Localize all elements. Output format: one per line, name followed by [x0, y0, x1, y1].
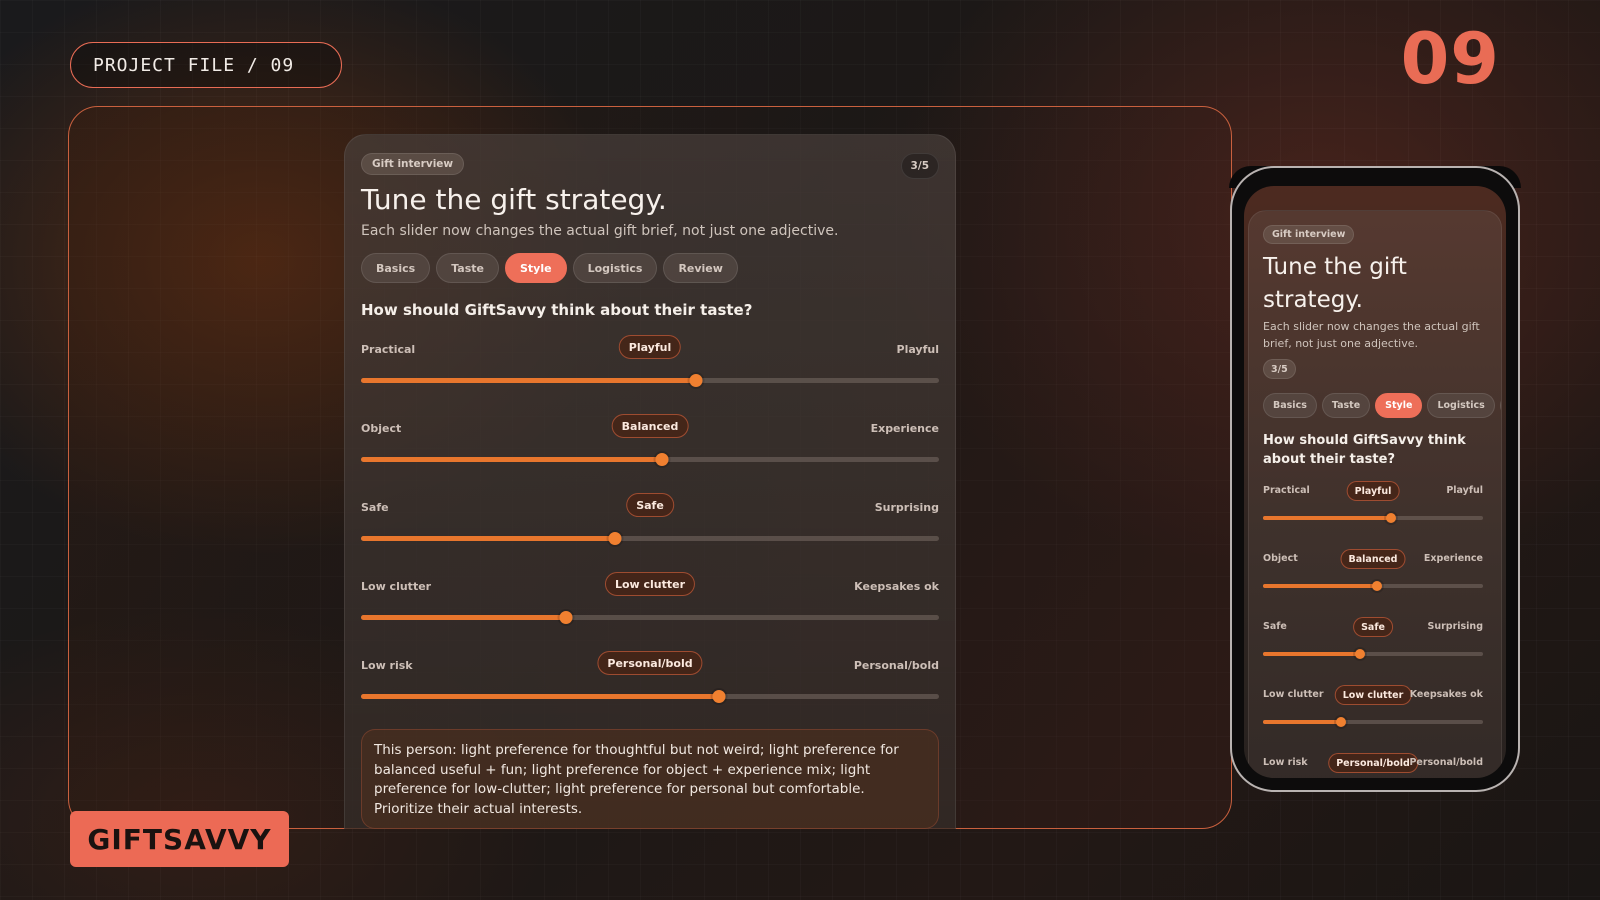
slider-fill [1263, 516, 1391, 520]
step-tabs: Basics Taste Style Logistics Review [361, 253, 738, 283]
page-title: Tune the gift strategy. [361, 183, 667, 216]
slider-value-badge: Personal/bold [597, 651, 703, 675]
slider-left-label: Low risk [1263, 757, 1308, 768]
mobile-tab-taste[interactable]: Taste [1321, 393, 1371, 418]
slider-track[interactable] [1263, 512, 1483, 523]
slider-value-badge: Balanced [1340, 549, 1406, 569]
slider-object-experience: Object Balanced Experience [361, 414, 939, 474]
mobile-slider-object-experience: Object Balanced Experience [1263, 549, 1483, 595]
mobile-slider-risk-personal: Low risk Personal/bold Personal/bold [1263, 753, 1483, 778]
slider-value-badge: Playful [1346, 481, 1400, 501]
mobile-section-question: How should GiftSavvy think about their t… [1263, 433, 1466, 467]
step-indicator: 3/5 [900, 153, 939, 179]
mobile-tab-basics[interactable]: Basics [1263, 393, 1317, 418]
slider-track[interactable] [361, 690, 939, 703]
slider-right-label: Playful [896, 343, 939, 356]
slider-right-label: Surprising [874, 501, 939, 514]
slider-value-badge: Safe [1353, 617, 1393, 637]
mobile-page-subtitle: Each slider now changes the actual gift … [1263, 320, 1480, 350]
slider-handle[interactable] [608, 532, 622, 545]
slider-handle[interactable] [1336, 716, 1347, 727]
mobile-slider-safe-surprising: Safe Safe Surprising [1263, 617, 1483, 663]
slider-handle[interactable] [1354, 648, 1365, 659]
slider-right-label: Personal/bold [853, 659, 939, 672]
tab-basics[interactable]: Basics [361, 253, 431, 283]
slider-clutter-keepsakes: Low clutter Low clutter Keepsakes ok [361, 572, 939, 632]
slider-right-label: Personal/bold [1409, 757, 1483, 768]
mobile-step-indicator: 3/5 [1263, 359, 1296, 379]
slider-left-label: Safe [1263, 621, 1287, 632]
slider-handle[interactable] [712, 690, 726, 703]
tab-logistics[interactable]: Logistics [572, 253, 658, 283]
slider-right-label: Surprising [1427, 621, 1483, 632]
slider-fill [1263, 720, 1342, 724]
slider-fill [1263, 652, 1360, 656]
mobile-tab-logistics[interactable]: Logistics [1427, 393, 1495, 418]
section-question: How should GiftSavvy think about their t… [361, 301, 753, 319]
gift-brief-summary: This person: light preference for though… [361, 729, 939, 829]
slider-value-badge: Low clutter [1334, 685, 1412, 705]
tab-review[interactable]: Review [663, 253, 738, 283]
slider-fill [361, 615, 567, 620]
project-number: 09 [1400, 18, 1500, 100]
gift-interview-tag: Gift interview [361, 153, 465, 175]
slider-left-label: Safe [361, 501, 389, 514]
slider-value-badge: Playful [618, 335, 682, 359]
mobile-slider-practical-playful: Practical Playful Playful [1263, 481, 1483, 527]
tab-taste[interactable]: Taste [436, 253, 499, 283]
mobile-page-title: Tune the gift strategy. [1263, 254, 1407, 313]
slider-handle[interactable] [1385, 512, 1396, 523]
slider-handle[interactable] [689, 374, 703, 387]
slider-value-badge: Personal/bold [1328, 753, 1418, 773]
slider-right-label: Keepsakes ok [854, 580, 939, 593]
page-subtitle: Each slider now changes the actual gift … [361, 223, 839, 239]
brand-logo: GIFTSAVVY [70, 811, 289, 867]
slider-right-label: Experience [870, 422, 939, 435]
slider-practical-playful: Practical Playful Playful [361, 335, 939, 395]
mobile-step-tabs: Basics Taste Style Logistics R [1263, 393, 1501, 418]
slider-right-label: Experience [1423, 553, 1483, 564]
slider-handle[interactable] [655, 453, 669, 466]
slider-risk-personal: Low risk Personal/bold Personal/bold [361, 651, 939, 711]
slider-track[interactable] [361, 453, 939, 466]
slider-track[interactable] [1263, 716, 1483, 727]
slider-handle[interactable] [559, 611, 573, 624]
mobile-tab-style[interactable]: Style [1375, 393, 1423, 418]
gift-interview-card: Gift interview 3/5 Tune the gift strateg… [344, 134, 956, 829]
tab-style[interactable]: Style [504, 253, 567, 283]
slider-left-label: Practical [361, 343, 416, 356]
slider-track[interactable] [361, 532, 939, 545]
slider-right-label: Keepsakes ok [1409, 689, 1483, 700]
slider-right-label: Playful [1446, 485, 1483, 496]
slider-fill [361, 536, 616, 541]
slider-left-label: Low clutter [1263, 689, 1324, 700]
slider-left-label: Object [361, 422, 402, 435]
phone-screen: Gift interview Tune the gift strategy. E… [1244, 186, 1506, 778]
mobile-tab-review[interactable]: R [1499, 393, 1501, 418]
slider-track[interactable] [1263, 580, 1483, 591]
slider-left-label: Practical [1263, 485, 1310, 496]
slider-track[interactable] [361, 374, 939, 387]
slider-left-label: Low clutter [361, 580, 432, 593]
slider-track[interactable] [1263, 648, 1483, 659]
phone-mockup: Gift interview Tune the gift strategy. E… [1230, 166, 1520, 792]
project-file-label: PROJECT FILE / 09 [70, 42, 342, 88]
slider-left-label: Object [1263, 553, 1298, 564]
slider-value-badge: Balanced [611, 414, 689, 438]
mobile-gift-interview-card: Gift interview Tune the gift strategy. E… [1248, 210, 1502, 778]
slider-fill [361, 378, 697, 383]
mobile-gift-interview-tag: Gift interview [1263, 225, 1355, 244]
slider-safe-surprising: Safe Safe Surprising [361, 493, 939, 553]
mobile-slider-clutter-keepsakes: Low clutter Low clutter Keepsakes ok [1263, 685, 1483, 731]
slider-handle[interactable] [1372, 580, 1383, 591]
slider-fill [361, 694, 720, 699]
slider-left-label: Low risk [361, 659, 413, 672]
slider-value-badge: Low clutter [604, 572, 696, 596]
slider-value-badge: Safe [626, 493, 674, 517]
slider-track[interactable] [361, 611, 939, 624]
slider-fill [1263, 584, 1378, 588]
slider-fill [361, 457, 662, 462]
